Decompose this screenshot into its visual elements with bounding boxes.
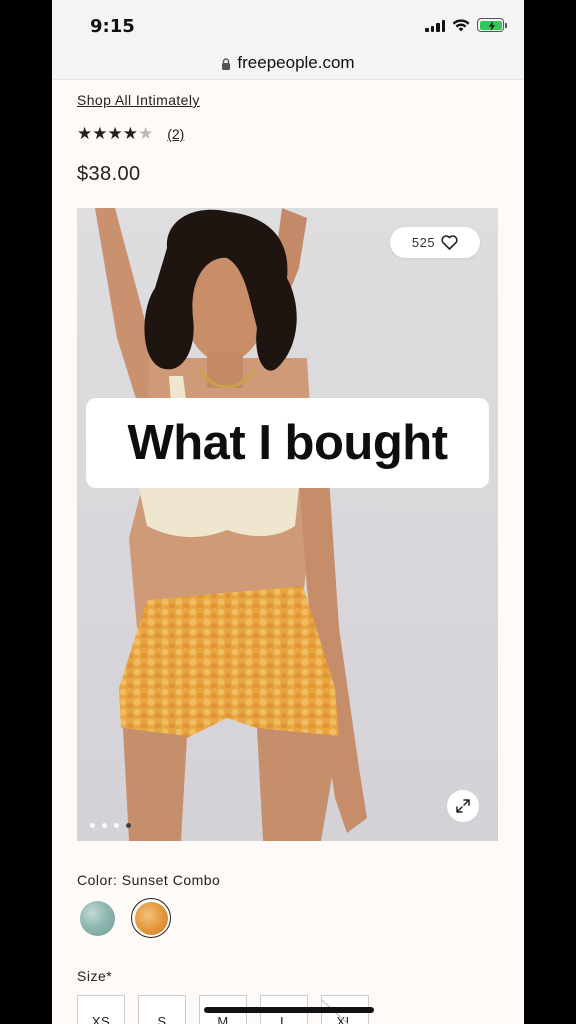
product-image-carousel[interactable]: 525 What I bought (77, 208, 498, 841)
size-s-button[interactable]: S (138, 995, 186, 1024)
url-text: freepeople.com (237, 52, 355, 72)
size-label: Size* (77, 968, 113, 984)
lock-icon (222, 57, 231, 70)
video-caption-overlay: What I bought (86, 398, 489, 488)
rating-stars: ★★★★★ (77, 124, 154, 143)
shop-all-link[interactable]: Shop All Intimately (77, 92, 200, 108)
color-label: Color: Sunset Combo (77, 872, 221, 888)
status-bar: 9:15 (52, 0, 524, 46)
color-swatches (77, 898, 171, 938)
phone-screen: 9:15 freepeople.com Shop All Intimately … (52, 0, 524, 1024)
home-indicator[interactable] (204, 1007, 374, 1013)
carousel-dot-active[interactable] (126, 823, 131, 828)
size-xs-button[interactable]: XS (77, 995, 125, 1024)
color-swatch-sunset-combo[interactable] (131, 898, 171, 938)
caption-text: What I bought (127, 416, 448, 470)
review-count-link[interactable]: (2) (167, 126, 184, 142)
like-button[interactable]: 525 (390, 227, 480, 258)
address-bar[interactable]: freepeople.com (52, 46, 524, 80)
carousel-dot[interactable] (114, 823, 119, 828)
model-photo (95, 208, 367, 841)
product-rating[interactable]: ★★★★★ (2) (77, 124, 184, 144)
expand-icon (456, 799, 470, 813)
heart-icon (441, 235, 458, 250)
carousel-dots[interactable] (90, 823, 131, 828)
cellular-signal-icon (425, 19, 445, 32)
carousel-dot[interactable] (102, 823, 107, 828)
wifi-icon (452, 18, 470, 31)
status-icons (425, 18, 507, 32)
expand-image-button[interactable] (447, 790, 479, 822)
carousel-dot[interactable] (90, 823, 95, 828)
color-swatch-blue[interactable] (77, 898, 117, 938)
battery-icon (477, 18, 507, 32)
status-time: 9:15 (90, 16, 135, 37)
like-count: 525 (411, 235, 436, 250)
product-price: $38.00 (77, 163, 141, 185)
